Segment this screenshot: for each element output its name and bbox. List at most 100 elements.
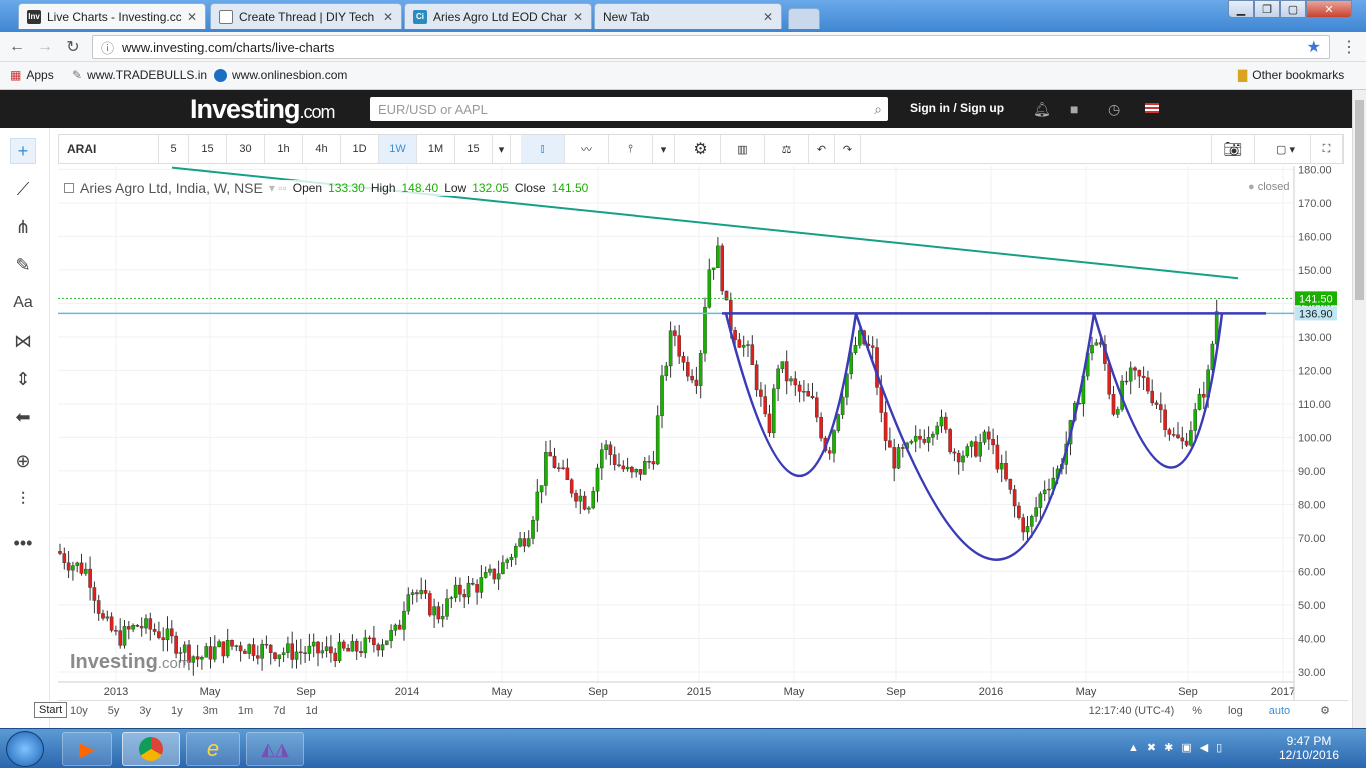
text-tool-icon[interactable]: Aa [10,290,36,316]
interval-button[interactable]: 30 [227,135,265,163]
redo-icon[interactable]: ↷ [835,135,861,163]
forward-arrow-icon[interactable]: → [34,37,56,57]
sign-in-link[interactable]: Sign in [910,101,950,115]
collapse-legend-icon[interactable] [64,183,74,193]
crosshair-icon[interactable]: + [10,138,36,164]
style-dropdown-icon[interactable]: ▾ [653,135,675,163]
tab-create-thread[interactable]: Create Thread | DIY Tech ✕ [210,3,402,29]
fullscreen-icon[interactable]: ⛶ [1311,135,1343,163]
range-button[interactable]: 3m [203,705,218,717]
candle-body [815,397,819,418]
layout-select-icon[interactable]: ▢ ▾ [1261,135,1311,163]
close-tab-icon[interactable]: ✕ [573,10,583,24]
url-input[interactable]: ⓘ www.investing.com/charts/live-charts ★ [92,35,1330,59]
range-button[interactable]: 10y [70,705,88,717]
taskbar-clock[interactable]: 9:47 PM 12/10/2016 [1264,734,1354,762]
remove-drawings-icon[interactable]: ⬅ [10,404,36,430]
sign-up-link[interactable]: Sign up [960,101,1004,115]
pattern-icon[interactable]: ⋈ [10,328,36,354]
range-button[interactable]: 1y [171,705,183,717]
interval-button[interactable]: 15 [189,135,227,163]
bookmark-apps[interactable]: ▦ Apps [10,68,54,82]
new-tab-button[interactable] [788,8,820,29]
interval-button[interactable]: 4h [303,135,341,163]
zoom-icon[interactable]: ⊕ [10,448,36,474]
log-toggle[interactable]: log [1228,705,1243,717]
chrome-menu-icon[interactable]: ⋮ [1338,37,1360,57]
pitchfork-icon[interactable]: ⋔ [10,214,36,240]
line-price-label: 136.90 [1299,308,1333,320]
line-style-icon[interactable]: 〰 [565,135,609,163]
portfolio-icon[interactable]: ■ [1070,101,1078,117]
ie-taskbar-icon[interactable]: e [186,732,240,766]
tally-taskbar-icon[interactable]: ◭◮ [246,732,304,766]
scrollbar-thumb[interactable] [1355,100,1364,300]
maximize-button[interactable]: ▢ [1280,0,1306,18]
settings-gear-icon[interactable]: ⚙ [681,135,721,163]
indicators-button-icon[interactable]: ▥ [721,135,765,163]
range-button[interactable]: 7d [273,705,285,717]
close-tab-icon[interactable]: ✕ [383,10,393,24]
interval-button[interactable]: 1W [379,135,417,163]
chrome-taskbar-icon[interactable] [122,732,180,766]
back-arrow-icon[interactable]: ← [6,37,28,57]
range-button[interactable]: 5y [108,705,120,717]
range-button[interactable]: 1m [238,705,253,717]
interval-button[interactable]: 1M [417,135,455,163]
interval-button[interactable]: 1h [265,135,303,163]
range-button[interactable]: 1d [305,705,317,717]
symbol-input[interactable]: ARAI [59,135,159,163]
candle-body [840,396,845,415]
media-player-icon[interactable]: ▶ [62,732,112,766]
candle-body [582,495,587,510]
range-button[interactable]: 3y [139,705,151,717]
close-window-button[interactable]: ✕ [1306,0,1352,18]
interval-button[interactable]: 15 [455,135,493,163]
search-icon[interactable]: ⌕ [874,101,882,118]
tab-new-tab[interactable]: New Tab ✕ [594,3,782,29]
interval-dropdown-icon[interactable]: ▾ [493,135,511,163]
brush-icon[interactable]: ✎ [10,252,36,278]
bell-icon[interactable]: 🔔︎ [1033,101,1051,118]
indicators-icon[interactable]: ⫶ [10,486,36,512]
interval-button[interactable]: 1D [341,135,379,163]
system-tray-icons[interactable]: ▲✖✱▣◀▯ [1128,741,1230,754]
compare-scale-icon[interactable]: ⚖ [765,135,809,163]
bookmark-star-icon[interactable]: ★ [1307,37,1321,57]
investing-logo[interactable]: Investing.com [190,94,336,125]
page-scrollbar[interactable] [1352,90,1366,728]
close-tab-icon[interactable]: ✕ [187,10,197,24]
restore-button[interactable]: ❐ [1254,0,1280,18]
legend-dropdown-icon[interactable]: ▾ ▫▫ [269,181,287,195]
candles-style-icon[interactable]: ⫾ [521,135,565,163]
bookmark-onlinesbi[interactable]: www.onlinesbion.com [214,68,347,82]
bars-style-icon[interactable]: ⫯ [609,135,653,163]
minimize-button[interactable]: ▁ [1228,0,1254,18]
tab-live-charts[interactable]: Inv Live Charts - Investing.cc ✕ [18,3,206,29]
interval-button[interactable]: 5 [159,135,189,163]
undo-icon[interactable]: ↶ [809,135,835,163]
candle-body [548,452,553,457]
bookmark-tradebulls[interactable]: ✎ www.TRADEBULLS.in [72,68,207,82]
more-tools-icon[interactable]: ••• [10,530,36,556]
candle-body [698,353,703,386]
reload-icon[interactable]: ↻ [62,37,84,57]
price-chart[interactable]: 180.00170.00160.00150.00140.00130.00120.… [58,166,1352,700]
other-bookmarks[interactable]: ▇ Other bookmarks [1238,68,1344,82]
page-info-icon[interactable]: ⓘ [101,38,114,57]
low-value: 132.05 [472,181,509,195]
clock-icon[interactable]: ◷ [1108,101,1120,118]
auto-toggle[interactable]: auto [1269,705,1290,717]
close-tab-icon[interactable]: ✕ [763,10,773,24]
chart-settings-icon[interactable]: ⚙ [1320,704,1330,717]
logo-main-text: Investing [190,94,301,124]
percent-toggle[interactable]: % [1192,705,1202,717]
site-search-input[interactable]: EUR/USD or AAPL ⌕ [370,97,888,121]
tab-aries-agro-eod[interactable]: Ci Aries Agro Ltd EOD Char ✕ [404,3,592,29]
start-button-icon[interactable] [6,731,44,767]
camera-icon[interactable]: 📷︎ [1211,135,1255,163]
us-flag-icon[interactable] [1145,103,1159,113]
candle-body [169,628,174,637]
trend-line-icon[interactable]: ⟋ [10,176,36,202]
measure-icon[interactable]: ⇕ [10,366,36,392]
